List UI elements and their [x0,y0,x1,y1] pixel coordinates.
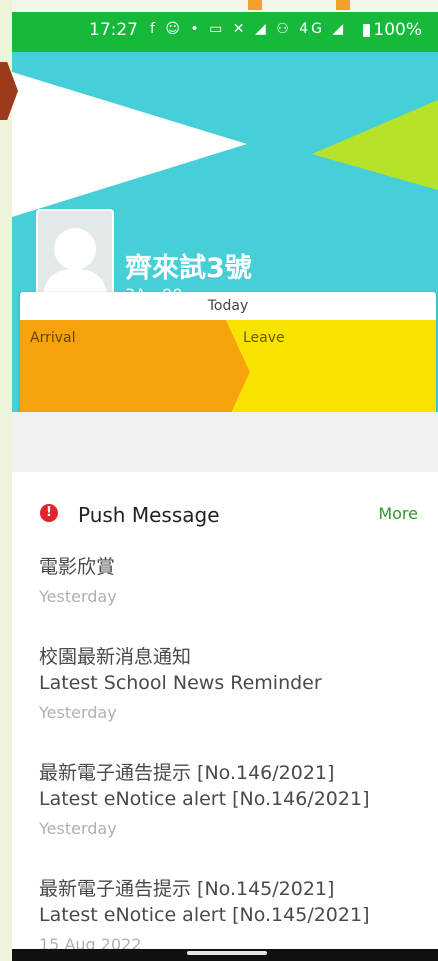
attendance-timeline [20,320,436,424]
status-time: 17:27 [89,20,138,40]
phone-screen: 17:27 f ☺ • ▭ ✕ ◢ ⚇ 4G ◢ 100% 齊來試3號 3A -… [12,12,438,961]
message-item[interactable]: 校園最新消息通知 Latest School News Reminder Yes… [39,644,322,722]
message-item[interactable]: 電影欣賞 Yesterday [39,554,117,606]
message-subtitle: Latest School News Reminder [39,672,322,694]
status-icons: f ☺ • ▭ ✕ ◢ ⚇ 4G ◢ [150,21,347,37]
message-subtitle: Latest eNotice alert [No.145/2021] [39,904,370,926]
message-title: 校園最新消息通知 [39,646,192,668]
arrival-label: Arrival [30,330,76,346]
decorative-top-strip [12,0,438,12]
header-green-shape [312,100,438,190]
message-date: Yesterday [39,703,117,722]
message-item[interactable]: 最新電子通告提示 [No.146/2021] Latest eNotice al… [39,760,370,838]
today-label: Today [207,298,249,314]
push-message-title: Push Message [78,503,220,527]
battery-indicator: 100% [363,20,422,40]
hamburger-menu-icon[interactable] [34,84,52,98]
message-title: 最新電子通告提示 [No.145/2021] [39,878,335,900]
more-link[interactable]: More [378,504,418,523]
message-title: 最新電子通告提示 [No.146/2021] [39,762,335,784]
message-subtitle: Latest eNotice alert [No.146/2021] [39,788,370,810]
decorative-left-strip [0,0,12,961]
status-bar: 17:27 f ☺ • ▭ ✕ ◢ ⚇ 4G ◢ 100% [12,12,438,52]
message-item[interactable]: 最新電子通告提示 [No.145/2021] Latest eNotice al… [39,876,370,954]
alert-icon [40,504,58,522]
home-gesture-handle[interactable] [187,951,267,955]
message-date: Yesterday [39,819,117,838]
student-name: 齊來試3號 [125,253,252,284]
today-attendance-card[interactable]: Today Arrival Leave [20,292,436,424]
section-divider [12,412,438,472]
leave-label: Leave [243,330,285,346]
decorative-orange-square [336,0,350,10]
battery-percent: 100% [373,20,422,40]
decorative-orange-square [248,0,262,10]
message-date: Yesterday [39,587,117,606]
avatar-silhouette-icon [42,228,108,304]
message-title: 電影欣賞 [39,556,116,578]
battery-icon [363,23,371,37]
